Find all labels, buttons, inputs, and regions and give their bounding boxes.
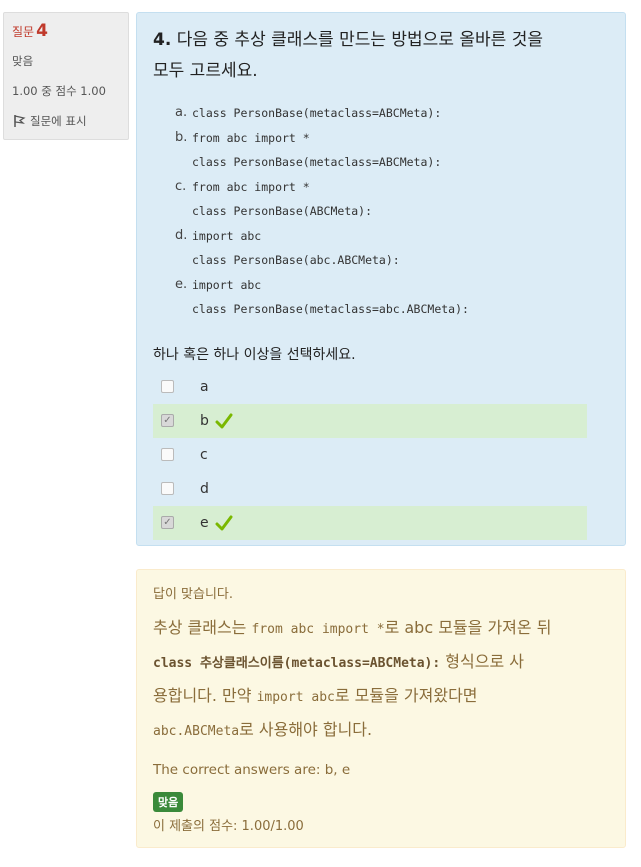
answer-b[interactable]: b xyxy=(153,403,587,438)
answer-d-checkbox[interactable] xyxy=(161,482,174,495)
question-text: 4. 다음 중 추상 클래스를 만드는 방법으로 올바른 것을 모두 고르세요. xyxy=(153,30,543,81)
answer-e-checkbox[interactable] xyxy=(161,516,174,529)
answer-a[interactable]: a xyxy=(153,370,587,404)
flag-question-button[interactable]: 질문에 표시 xyxy=(12,113,120,129)
answer-list: a b c d e xyxy=(153,370,609,540)
option-c: c. from abc import * xyxy=(175,178,310,194)
answer-c-checkbox[interactable] xyxy=(161,448,174,461)
answer-d[interactable]: d xyxy=(153,472,587,506)
question-info-panel: 질문 4 맞음 1.00 중 점수 1.00 질문에 표시 xyxy=(3,12,129,140)
feedback-heading: 답이 맞습니다. xyxy=(153,587,234,602)
correct-check-icon xyxy=(215,515,233,530)
question-grade: 1.00 중 점수 1.00 xyxy=(12,84,106,98)
answer-e[interactable]: e xyxy=(153,505,587,540)
right-answer: The correct answers are: b, e xyxy=(153,762,351,778)
answer-b-checkbox[interactable] xyxy=(161,414,174,427)
question-formulation: 4. 다음 중 추상 클래스를 만드는 방법으로 올바른 것을 모두 고르세요.… xyxy=(136,12,626,546)
submission-score: 이 제출의 점수: 1.00/1.00 xyxy=(153,819,304,834)
option-a: a. class PersonBase(metaclass=ABCMeta): xyxy=(175,105,442,120)
answer-c[interactable]: c xyxy=(153,438,587,472)
option-b: b. from abc import * xyxy=(175,129,310,145)
option-e: e. import abc xyxy=(175,276,262,292)
question-number: 질문 4 xyxy=(12,21,48,41)
answer-a-checkbox[interactable] xyxy=(161,380,174,393)
answer-prompt: 하나 혹은 하나 이상을 선택하세요. xyxy=(153,346,356,363)
option-d: d. import abc xyxy=(175,227,262,243)
status-badge: 맞음 xyxy=(153,792,184,812)
option-list: a. class PersonBase(metaclass=ABCMeta): b… xyxy=(175,101,609,322)
flag-icon xyxy=(14,115,26,127)
general-feedback: 추상 클래스는 from abc import *로 abc 모듈을 가져온 뒤… xyxy=(153,618,552,739)
correct-check-icon xyxy=(215,413,233,428)
question-state: 맞음 xyxy=(12,54,34,68)
feedback-panel: 답이 맞습니다. 추상 클래스는 from abc import *로 abc … xyxy=(136,569,626,848)
